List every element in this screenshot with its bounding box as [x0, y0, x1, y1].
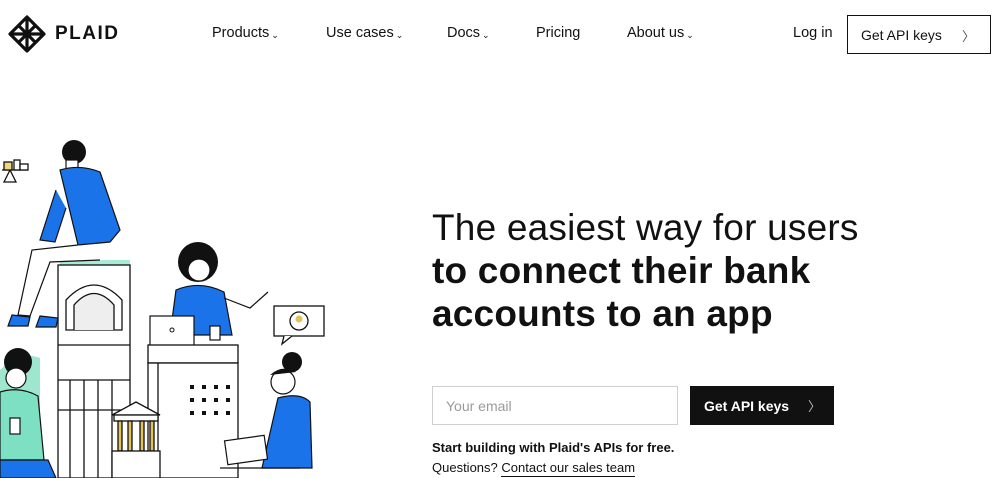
bank-building-icon	[111, 401, 161, 478]
brand-name: PLAID	[55, 23, 120, 44]
balance-scale-icon	[2, 159, 29, 183]
chevron-down-icon: ⌄	[271, 29, 279, 40]
chevron-down-icon: ⌄	[395, 29, 404, 40]
nav-label-products: Products	[212, 25, 270, 41]
chevron-down-icon: ⌄	[482, 29, 490, 40]
header-cta-label: Get API keys	[861, 26, 942, 43]
hero-illustration	[0, 130, 330, 478]
plaid-logo[interactable]: PLAID	[8, 15, 120, 53]
nav-label-pricing: Pricing	[536, 25, 581, 41]
nav-item-pricing[interactable]: Pricing	[536, 25, 580, 41]
hero-title-line-3: accounts to an app	[432, 293, 773, 334]
nav-item-docs[interactable]: Docs ⌄	[447, 25, 490, 41]
login-link[interactable]: Log in	[793, 25, 833, 41]
nav-item-use-cases[interactable]: Use cases ⌄	[326, 25, 403, 41]
chevron-right-icon: 〉	[807, 399, 821, 414]
hero-subtext: Start building with Plaid's APIs for fre…	[432, 440, 675, 455]
plaid-tartan-icon	[8, 15, 46, 53]
people-illustration	[0, 140, 325, 478]
contact-sales-link[interactable]: Contact our sales team	[501, 460, 636, 477]
nav-item-about-us[interactable]: About us ⌄	[627, 25, 694, 41]
hero-title-line-1: The easiest way for users	[432, 207, 859, 248]
hero-cta-label: Get API keys	[704, 397, 790, 414]
hero-get-api-keys-button[interactable]: Get API keys 〉	[690, 386, 834, 425]
nav-label-about-us: About us	[627, 25, 685, 41]
hero-title-line-2: to connect their bank	[432, 250, 811, 291]
chevron-down-icon: ⌄	[686, 29, 694, 40]
site-header: PLAID Products ⌄ Use cases ⌄ Docs ⌄ Pric…	[0, 0, 1000, 68]
chat-bubble-avatar-icon	[273, 305, 325, 346]
woman-with-laptop-figure	[149, 242, 269, 347]
hero-title: The easiest way for users to connect the…	[432, 206, 992, 335]
woman-with-phone-figure	[0, 348, 57, 478]
chevron-right-icon: 〉	[961, 29, 975, 44]
questions-line: Questions? Contact our sales team	[432, 460, 636, 477]
nav-item-products[interactable]: Products ⌄	[212, 25, 279, 41]
pedestal-building	[147, 344, 239, 478]
questions-prefix: Questions?	[432, 460, 498, 475]
header-get-api-keys-button[interactable]: Get API keys 〉	[847, 15, 991, 54]
nav-label-docs: Docs	[447, 25, 481, 41]
email-input[interactable]	[432, 386, 678, 425]
nav-label-use-cases: Use cases	[326, 25, 394, 41]
